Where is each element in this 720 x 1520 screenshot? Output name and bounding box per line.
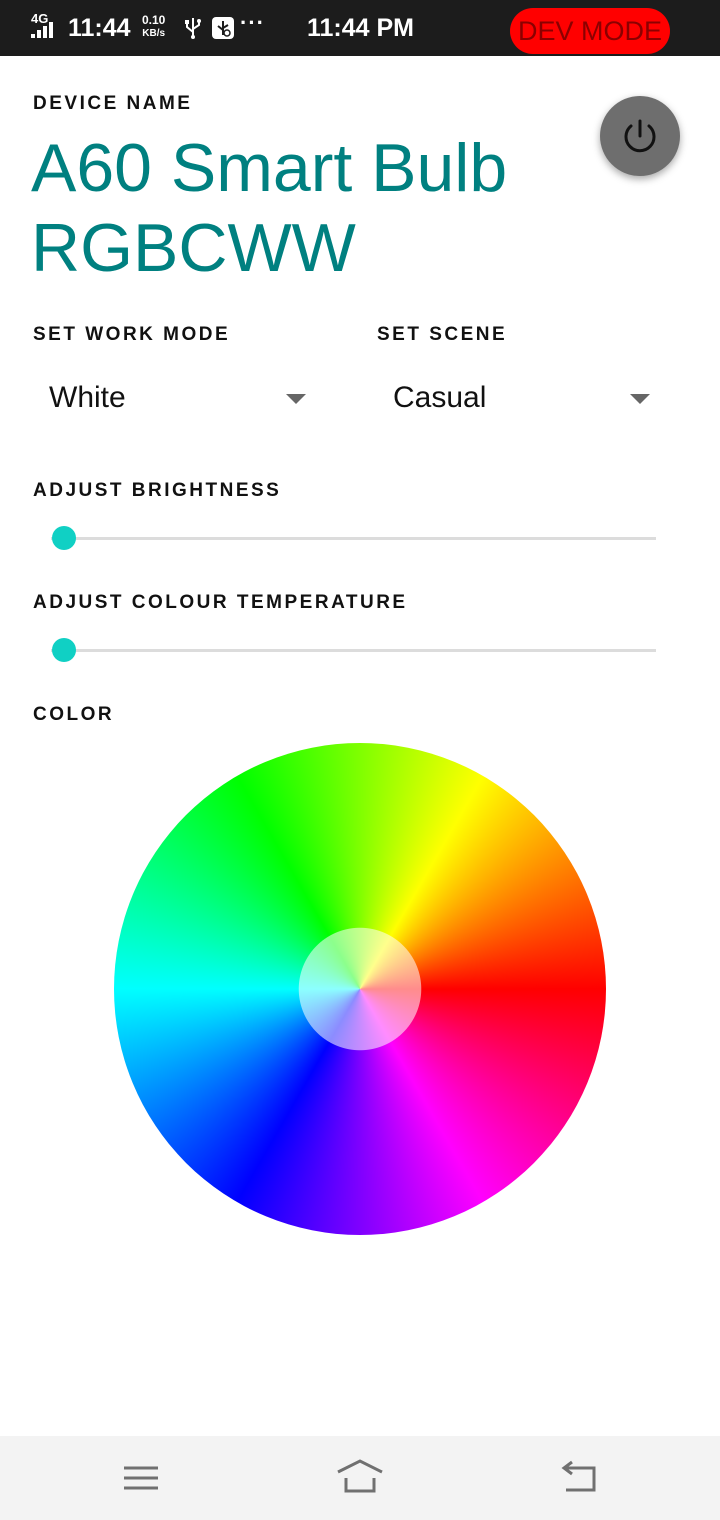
device-name: A60 Smart Bulb RGBCWW — [31, 130, 508, 286]
color-wheel[interactable] — [114, 743, 606, 1235]
usb-icon — [185, 18, 201, 39]
scene-label: SET SCENE — [377, 324, 508, 345]
more-dots-icon: ··· — [240, 10, 265, 35]
colour-temperature-label: ADJUST COLOUR TEMPERATURE — [33, 592, 408, 613]
work-mode-dropdown[interactable]: White — [33, 372, 318, 422]
colour-temperature-slider[interactable] — [51, 635, 656, 665]
power-button[interactable] — [600, 96, 680, 176]
scene-dropdown[interactable]: Casual — [377, 372, 662, 422]
color-label: COLOR — [33, 704, 115, 725]
navigation-bar — [0, 1436, 720, 1520]
colour-temperature-track — [51, 649, 656, 652]
brightness-thumb[interactable] — [52, 526, 76, 550]
network-type: 4G — [31, 11, 49, 26]
back-icon[interactable] — [556, 1458, 604, 1498]
dev-mode-badge: DEV MODE — [510, 8, 670, 54]
chevron-down-icon — [630, 394, 650, 404]
status-clock: 11:44 PM — [307, 14, 415, 42]
chevron-down-icon — [286, 394, 306, 404]
signal-icon: 4G — [31, 12, 61, 40]
colour-temperature-thumb[interactable] — [52, 638, 76, 662]
status-time: 11:44 — [68, 14, 131, 42]
network-speed-unit: KB/s — [142, 28, 166, 39]
device-name-label: DEVICE NAME — [33, 93, 193, 114]
work-mode-value: White — [49, 381, 126, 414]
scene-value: Casual — [393, 381, 487, 414]
status-bar: 4G 11:44 0.10 KB/s ··· 11:44 PM DEV MODE — [0, 0, 720, 56]
network-speed-value: 0.10 — [142, 13, 166, 27]
power-icon — [624, 119, 656, 153]
brightness-track — [51, 537, 656, 540]
brightness-label: ADJUST BRIGHTNESS — [33, 480, 282, 501]
network-speed: 0.10 KB/s — [142, 14, 165, 40]
brightness-slider[interactable] — [51, 523, 656, 553]
work-mode-label: SET WORK MODE — [33, 324, 231, 345]
home-icon[interactable] — [336, 1458, 384, 1498]
menu-icon[interactable] — [117, 1458, 165, 1498]
usb-debugging-icon — [212, 17, 234, 39]
